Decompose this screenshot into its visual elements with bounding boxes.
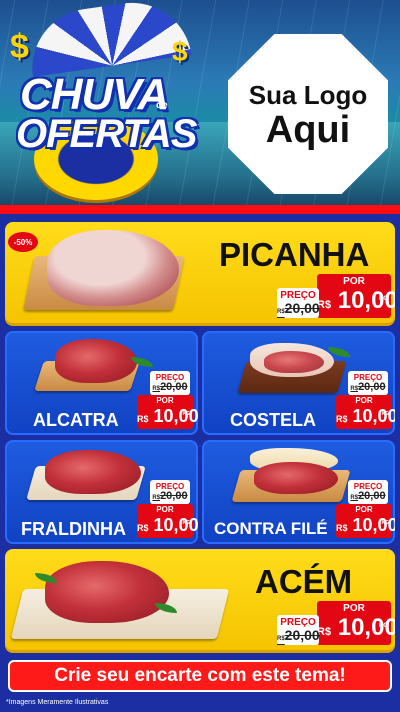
footnote: *Imagens Meramente Ilustrativas xyxy=(6,699,109,706)
brand-line-2: Aqui xyxy=(265,108,351,151)
old-price: R$20,00 xyxy=(350,381,386,393)
old-price-tag: PREÇO R$20,00 xyxy=(348,480,388,504)
sale-price-tag: POR KG R$ 10,00 xyxy=(317,601,395,645)
logo-ofertas: OFERTAS xyxy=(16,112,197,156)
product-card-contra-file[interactable]: CONTRA FILÉ PREÇO R$20,00 POR KG R$ 10,0… xyxy=(202,440,395,544)
product-title: COSTELA xyxy=(230,410,317,430)
brand-line-1: Sua Logo xyxy=(248,79,368,110)
meat-image xyxy=(55,339,137,383)
old-price-tag: PREÇO R$20,00 xyxy=(150,371,190,395)
por-label: POR xyxy=(156,396,174,405)
flyer-page: $ $ CHUVA de OFERTAS Sua Logo Aqui PICAN… xyxy=(0,0,400,712)
old-price: R$20,00 xyxy=(152,381,188,393)
header-divider xyxy=(0,205,400,214)
old-price-tag: PREÇO R$20,00 xyxy=(348,371,388,395)
sale-price: R$ 10,00 xyxy=(137,406,198,426)
product-card-alcatra[interactable]: ALCATRA PREÇO R$20,00 POR KG R$ 10,00 xyxy=(5,331,198,435)
sale-price: R$ 10,00 xyxy=(336,406,395,426)
meat-image xyxy=(254,462,338,494)
header-banner: $ $ CHUVA de OFERTAS Sua Logo Aqui xyxy=(0,0,400,214)
product-card-fraldinha[interactable]: FRALDINHA PREÇO R$20,00 POR KG R$ 10,00 xyxy=(5,440,198,544)
discount-badge: -50% xyxy=(8,232,38,252)
sale-price: R$ 10,00 xyxy=(137,515,198,535)
sale-price-tag: POR KG R$ 10,00 xyxy=(336,395,395,429)
sale-price-tag: POR KG R$ 10,00 xyxy=(336,504,395,538)
por-label: POR xyxy=(355,396,373,405)
old-price: R$20,00 xyxy=(277,627,320,643)
product-title: FRALDINHA xyxy=(21,519,126,539)
por-label: POR xyxy=(343,603,365,614)
product-title: PICANHA xyxy=(219,236,370,273)
meat-image xyxy=(45,450,141,494)
old-price: R$20,00 xyxy=(350,490,386,502)
sale-price: R$ 10,00 xyxy=(336,515,395,535)
product-title: ALCATRA xyxy=(33,410,119,430)
meat-image xyxy=(47,230,179,306)
sale-price: R$ 10,00 xyxy=(317,287,395,314)
logo-de: de xyxy=(156,100,168,111)
old-price: R$20,00 xyxy=(277,300,320,316)
dollar-sign-icon: $ xyxy=(10,28,29,66)
old-price-tag: PREÇO R$20,00 xyxy=(150,480,190,504)
product-card-costela[interactable]: COSTELA PREÇO R$20,00 POR KG R$ 10,00 xyxy=(202,331,395,435)
meat-image xyxy=(264,351,324,373)
old-price-tag: PREÇO R$20,00 xyxy=(277,288,320,318)
product-card-picanha[interactable]: PICANHA POR KG R$ 10,00 PREÇO R$20,00 xyxy=(5,222,395,326)
product-title: ACÉM xyxy=(255,563,353,600)
old-price-tag: PREÇO R$20,00 xyxy=(277,615,320,645)
product-card-acem[interactable]: ACÉM POR KG R$ 10,00 PREÇO R$20,00 xyxy=(5,549,395,653)
product-title: CONTRA FILÉ xyxy=(214,519,328,538)
sale-price-tag: POR KG R$ 10,00 xyxy=(137,504,198,538)
old-price: R$20,00 xyxy=(152,490,188,502)
por-label: POR xyxy=(343,276,365,287)
brand-logo-placeholder: Sua Logo Aqui xyxy=(228,34,388,194)
sale-price-tag: POR KG R$ 10,00 xyxy=(317,274,395,318)
create-flyer-button[interactable]: Crie seu encarte com este tema! xyxy=(8,660,392,692)
sale-price: R$ 10,00 xyxy=(317,614,395,641)
por-label: POR xyxy=(156,505,174,514)
por-label: POR xyxy=(355,505,373,514)
meat-image xyxy=(45,561,169,623)
dollar-sign-icon: $ xyxy=(172,36,188,67)
sale-price-tag: POR KG R$ 10,00 xyxy=(137,395,198,429)
